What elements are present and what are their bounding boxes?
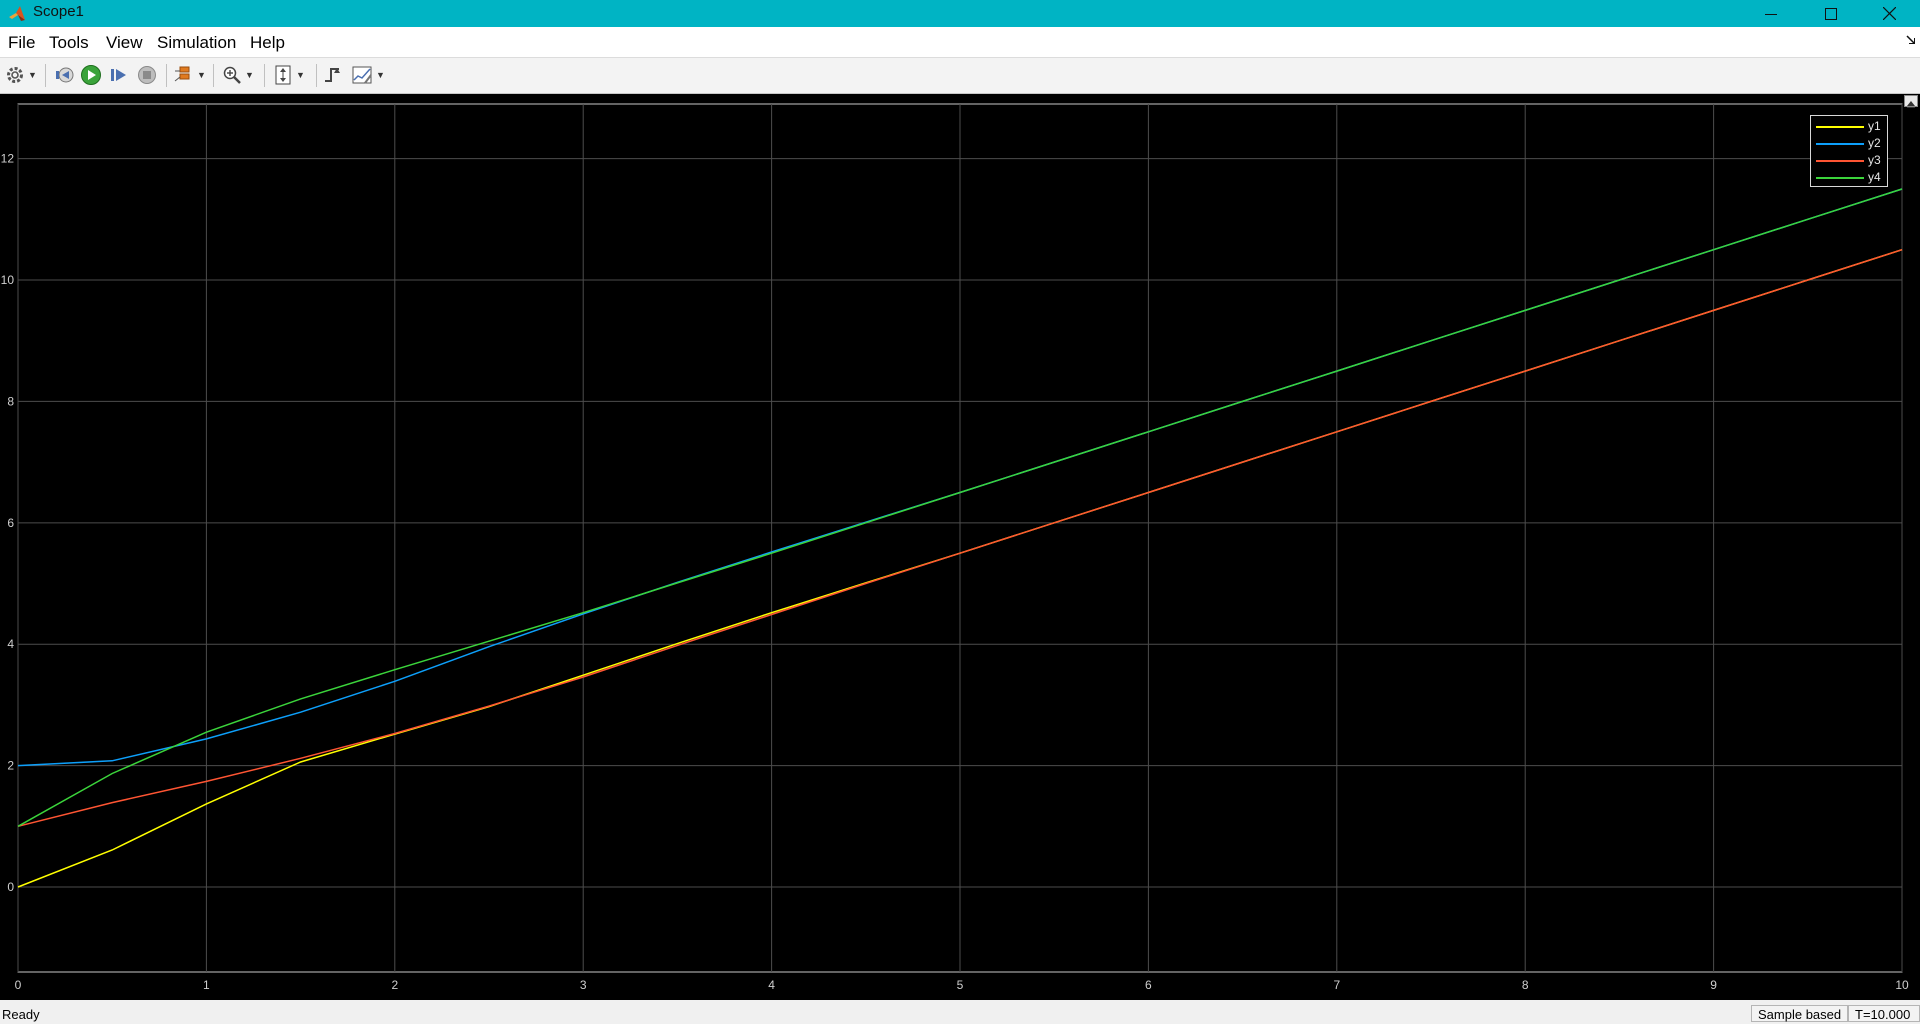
autoscale-icon: [275, 65, 291, 85]
step-back-icon: [56, 67, 74, 83]
chevron-down-icon: ▼: [245, 70, 254, 80]
zoom-in-icon: [223, 66, 241, 84]
dock-arrow-icon[interactable]: [1905, 34, 1916, 45]
simulation-time: T=10.000: [1848, 1005, 1920, 1022]
x-tick-label: 8: [1522, 978, 1529, 992]
x-tick-label: 10: [1895, 978, 1909, 992]
x-tick-label: 9: [1710, 978, 1717, 992]
x-tick-label: 6: [1145, 978, 1152, 992]
legend-label: y1: [1868, 119, 1881, 133]
toolbar-divider: [264, 64, 265, 87]
maximize-button[interactable]: [1802, 0, 1860, 27]
close-button[interactable]: [1860, 0, 1918, 27]
title-bar: Scope1: [0, 0, 1920, 27]
legend-entry: y4: [1811, 169, 1887, 187]
sampling-mode: Sample based: [1751, 1005, 1849, 1022]
chevron-down-icon: ▼: [28, 70, 37, 80]
close-icon: [1882, 7, 1896, 20]
y-tick-label: 2: [7, 759, 14, 773]
step-forward-icon: [111, 69, 126, 81]
matlab-logo-icon: [9, 6, 25, 21]
settings-button[interactable]: ▼: [5, 64, 37, 86]
stop-icon: [138, 66, 156, 84]
toolbar: ▼ ▼ ▼ ▼ ▼: [0, 57, 1920, 94]
toolbar-divider: [316, 64, 317, 87]
menu-view[interactable]: View: [106, 33, 143, 53]
legend-label: y3: [1868, 153, 1881, 167]
x-tick-label: 3: [580, 978, 587, 992]
menu-file[interactable]: File: [8, 33, 35, 53]
legend-label: y2: [1868, 136, 1881, 150]
triggers-icon: [325, 68, 340, 82]
legend-swatch: [1816, 160, 1864, 162]
y-tick-label: 12: [1, 152, 15, 166]
autoscale-button[interactable]: ▼: [273, 64, 305, 86]
legend-swatch: [1816, 177, 1864, 179]
minimize-button[interactable]: [1742, 0, 1800, 27]
stop-button[interactable]: [137, 64, 157, 86]
settings-icon: [7, 67, 23, 83]
measurements-button[interactable]: ▼: [351, 64, 385, 86]
x-tick-label: 0: [15, 978, 22, 992]
step-forward-button[interactable]: [109, 64, 129, 86]
legend-swatch: [1816, 143, 1864, 145]
x-tick-label: 5: [957, 978, 964, 992]
triggers-button[interactable]: [323, 64, 343, 86]
chevron-down-icon: ▼: [296, 70, 305, 80]
maximize-icon: [1825, 7, 1837, 20]
legend-label: y4: [1868, 170, 1881, 184]
y-tick-label: 10: [1, 273, 15, 287]
menu-bar: File Tools View Simulation Help: [0, 27, 1920, 57]
step-back-button[interactable]: [53, 64, 75, 86]
undock-button[interactable]: [1904, 95, 1918, 108]
menu-tools[interactable]: Tools: [49, 33, 89, 53]
run-icon: [81, 65, 101, 85]
menu-help[interactable]: Help: [250, 33, 285, 53]
zoom-in-button[interactable]: ▼: [222, 64, 254, 86]
legend-entry: y3: [1811, 152, 1887, 170]
menu-simulation[interactable]: Simulation: [157, 33, 236, 53]
y-tick-label: 8: [7, 394, 14, 408]
chevron-down-icon: ▼: [376, 70, 385, 80]
scope-plot: 0 1 2 3 4 5 6 7 8 9 10024681012: [1, 103, 1909, 992]
toolbar-divider: [45, 64, 46, 87]
x-tick-label: 2: [391, 978, 398, 992]
signal-select-button[interactable]: ▼: [174, 64, 206, 86]
legend-swatch: [1816, 126, 1864, 128]
toolbar-divider: [166, 64, 167, 87]
x-tick-label: 1: [203, 978, 210, 992]
minimize-icon: [1765, 13, 1777, 15]
legend[interactable]: y1 y2 y3 y4: [1810, 115, 1888, 187]
run-button[interactable]: [80, 64, 102, 86]
x-tick-label: 7: [1333, 978, 1340, 992]
toolbar-divider: [213, 64, 214, 87]
chevron-down-icon: ▼: [197, 70, 206, 80]
window-title: Scope1: [33, 3, 84, 20]
status-text: Ready: [2, 1007, 40, 1022]
expand-icon: [1907, 101, 1915, 108]
y-tick-label: 6: [7, 516, 14, 530]
y-tick-label: 0: [7, 880, 14, 894]
signal-select-icon: [174, 66, 190, 82]
status-bar: Ready Sample based T=10.000: [0, 1004, 1920, 1024]
scope-display[interactable]: 0 1 2 3 4 5 6 7 8 9 10 0 2 4 6 8 10 12 y1 y2 y3 y4: [0, 94, 1920, 1000]
legend-entry: y1: [1811, 118, 1887, 136]
x-tick-label: 4: [768, 978, 775, 992]
legend-entry: y2: [1811, 135, 1887, 153]
measurements-icon: [352, 66, 372, 84]
y-tick-label: 4: [7, 637, 14, 651]
